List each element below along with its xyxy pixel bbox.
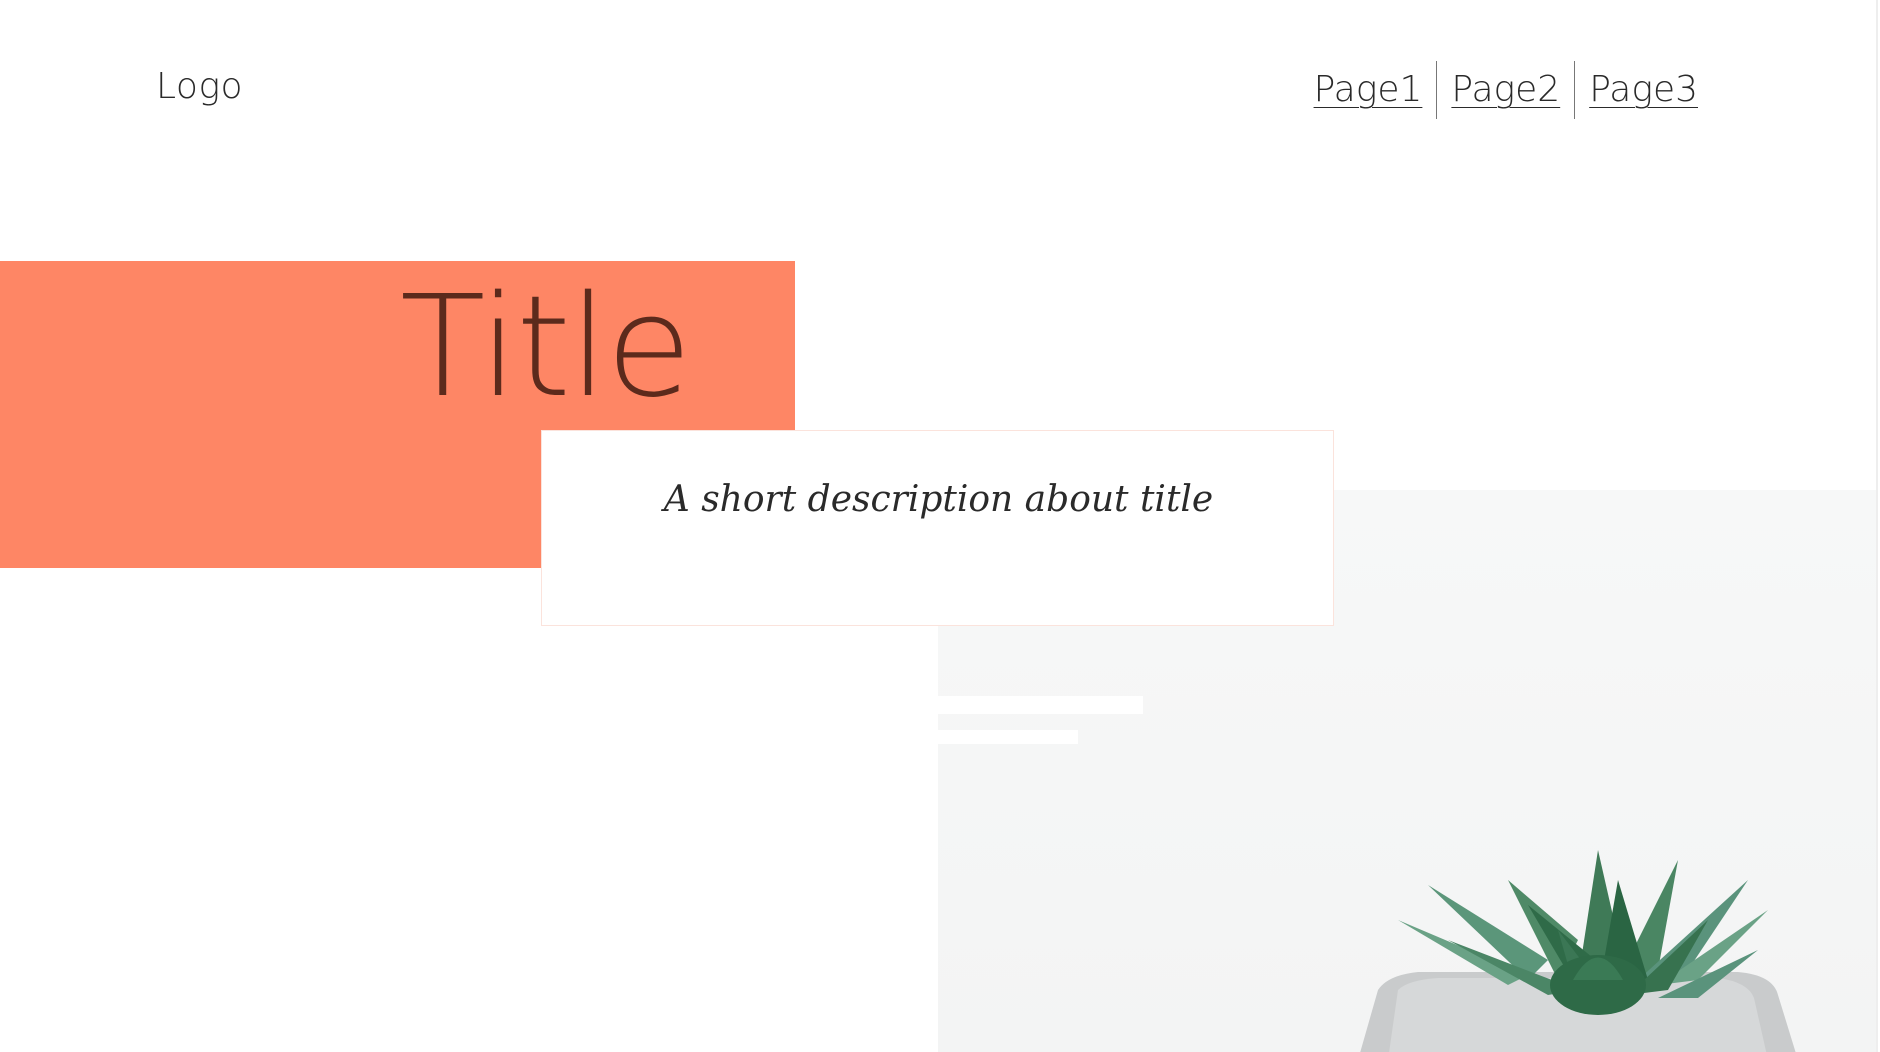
description-card: A short description about title	[541, 430, 1334, 626]
nav-link-page1[interactable]: Page1	[1300, 62, 1437, 118]
nav-link-page3[interactable]: Page3	[1575, 62, 1712, 118]
logo[interactable]: Logo	[156, 66, 243, 107]
photo-light-streak	[938, 730, 1078, 744]
main-nav: Page1 Page2 Page3	[1300, 60, 1712, 120]
description-text: A short description about title	[663, 479, 1214, 520]
page: Logo Page1 Page2 Page3 Title A short des…	[0, 0, 1880, 1052]
nav-link-page2[interactable]: Page2	[1437, 62, 1574, 118]
scrollbar-edge	[1876, 0, 1878, 1052]
succulent-plant-photo	[1360, 850, 1796, 1052]
photo-light-streak	[938, 696, 1143, 714]
page-title: Title	[400, 266, 692, 429]
